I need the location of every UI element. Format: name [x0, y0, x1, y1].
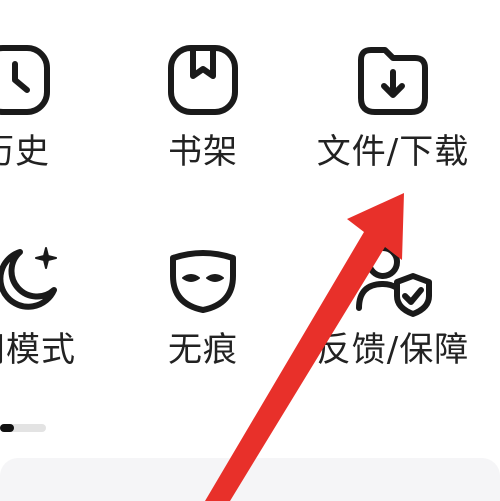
page-indicator-active — [0, 424, 14, 432]
menu-item-label: 反馈/保障 — [316, 330, 470, 370]
screenshot-stage: 历史 书架 文件/下载 夜间模式 — [0, 0, 500, 501]
mask-icon — [163, 238, 243, 318]
menu-item-label: 无痕 — [168, 330, 238, 370]
menu-item-files-downloads[interactable]: 文件/下载 — [308, 40, 478, 210]
menu-item-label: 文件/下载 — [316, 132, 470, 172]
user-shield-icon — [353, 238, 433, 318]
menu-item-label: 夜间模式 — [0, 330, 76, 370]
download-folder-icon — [353, 40, 433, 120]
menu-item-label: 书架 — [168, 132, 238, 172]
menu-item-bookshelf[interactable]: 书架 — [118, 40, 288, 210]
clock-icon — [0, 40, 55, 120]
menu-item-feedback-protection[interactable]: 反馈/保障 — [308, 238, 478, 408]
moon-star-icon — [0, 238, 70, 318]
bottom-panel — [0, 458, 500, 501]
menu-item-incognito[interactable]: 无痕 — [118, 238, 288, 408]
page-indicator — [0, 424, 46, 432]
menu-item-history[interactable]: 历史 — [0, 40, 100, 210]
menu-item-night-mode[interactable]: 夜间模式 — [0, 238, 75, 408]
bookshelf-icon — [163, 40, 243, 120]
menu-item-label: 历史 — [0, 132, 50, 172]
